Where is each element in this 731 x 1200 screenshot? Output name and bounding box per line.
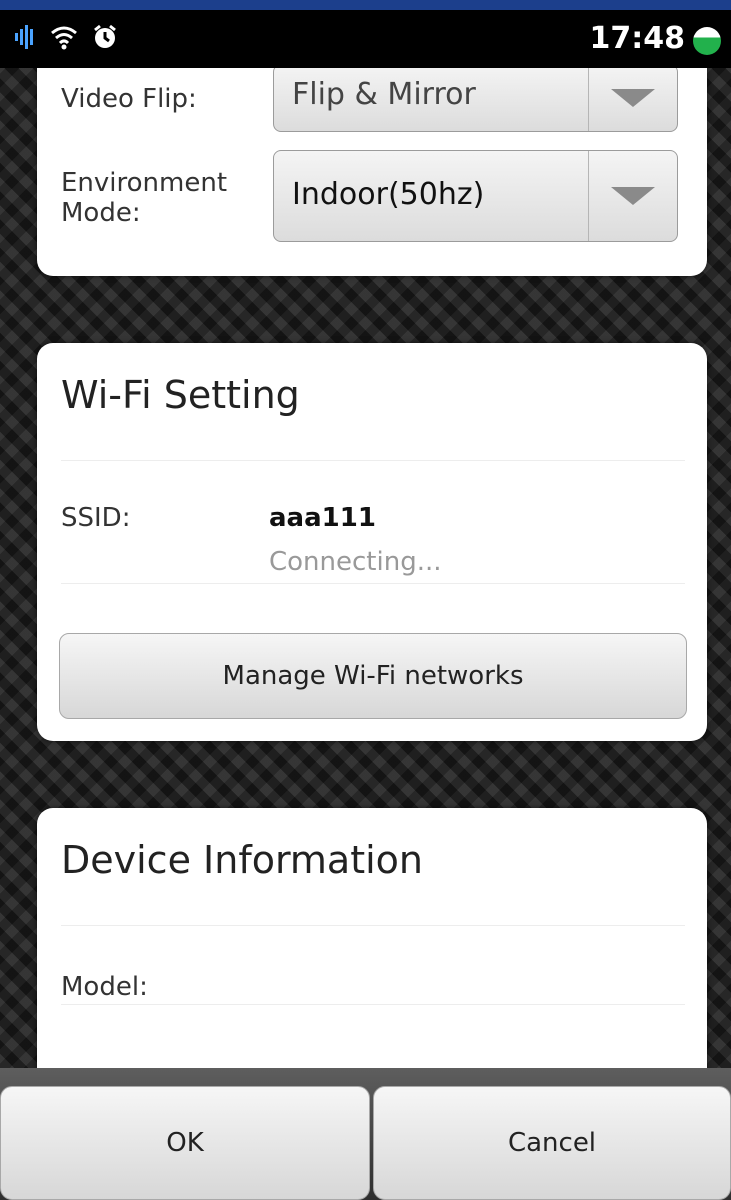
- video-flip-value: Flip & Mirror: [292, 77, 476, 112]
- divider: [61, 925, 685, 926]
- video-flip-dropdown[interactable]: Flip & Mirror: [273, 68, 678, 132]
- ok-button[interactable]: OK: [0, 1086, 370, 1200]
- divider: [61, 460, 685, 461]
- connection-status: Connecting...: [269, 547, 442, 577]
- device-information-card: Device Information Model:: [37, 808, 707, 1068]
- wifi-section-title: Wi-Fi Setting: [61, 373, 300, 417]
- divider: [61, 1004, 685, 1005]
- signal-icon: [14, 24, 36, 54]
- manage-wifi-networks-button[interactable]: Manage Wi-Fi networks: [59, 633, 687, 719]
- top-accent-line: [0, 0, 731, 10]
- wifi-icon: [50, 24, 78, 54]
- status-bar: 17:48: [0, 10, 731, 68]
- alarm-icon: [92, 24, 118, 54]
- environment-mode-dropdown[interactable]: Indoor(50hz): [273, 150, 678, 242]
- dialog-button-bar: OK Cancel: [0, 1068, 731, 1200]
- device-section-title: Device Information: [61, 838, 424, 882]
- environment-mode-label: Environment Mode:: [61, 168, 228, 228]
- chevron-down-icon: [611, 187, 655, 205]
- settings-scroll-area[interactable]: Video Flip: Flip & Mirror Environment Mo…: [0, 68, 731, 1068]
- environment-mode-value: Indoor(50hz): [292, 177, 485, 212]
- camera-settings-card: Video Flip: Flip & Mirror Environment Mo…: [37, 68, 707, 276]
- chevron-down-icon: [611, 89, 655, 107]
- video-flip-label: Video Flip:: [61, 84, 197, 114]
- cancel-button[interactable]: Cancel: [373, 1086, 731, 1200]
- divider: [61, 583, 685, 584]
- status-time: 17:48: [589, 21, 686, 56]
- ssid-value: aaa111: [269, 503, 376, 533]
- ssid-label: SSID:: [61, 503, 131, 533]
- model-label: Model:: [61, 972, 148, 1002]
- wifi-settings-card: Wi-Fi Setting SSID: aaa111 Connecting...…: [37, 343, 707, 741]
- battery-icon: [693, 27, 721, 55]
